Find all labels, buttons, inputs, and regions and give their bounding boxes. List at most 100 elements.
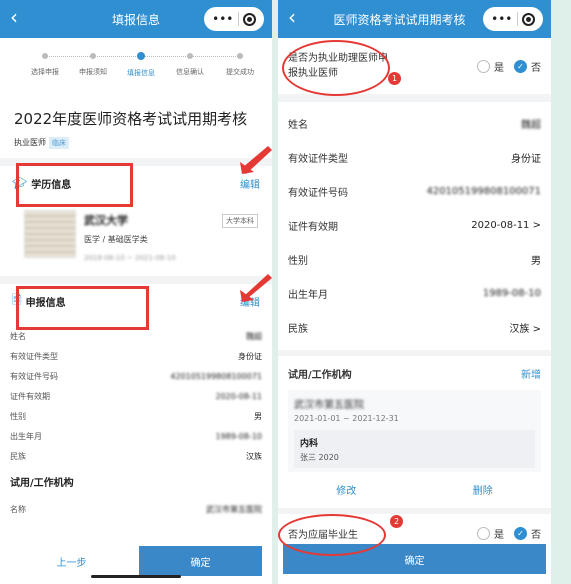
close-target-icon[interactable] xyxy=(521,12,535,26)
mini-program-capsule: ••• xyxy=(204,7,264,31)
row-label: 性别 xyxy=(10,411,26,421)
more-icon[interactable]: ••• xyxy=(212,12,233,26)
trial-actions: 修改 删除 xyxy=(278,472,551,506)
trial-heading: 试用/工作机构 xyxy=(288,369,352,381)
category-tag: 临床 xyxy=(49,137,69,149)
annotation-box-education xyxy=(16,163,133,207)
step-5: 提交成功 xyxy=(210,52,270,77)
left-nav-bar: ‹ 填报信息 ••• xyxy=(0,0,272,38)
row-label: 性别 xyxy=(288,255,308,267)
major-text: 医学 / 基础医学类 xyxy=(84,235,148,244)
dept-box: 内科 张三 2020 xyxy=(294,430,535,468)
trial-add-link[interactable]: 新增 xyxy=(521,366,541,381)
annotation-ellipse-1 xyxy=(282,40,390,96)
step-dot xyxy=(137,52,145,60)
declaration-row-gender: 性别 男 xyxy=(0,406,272,426)
declaration-row-id-number: 有效证件号码 420105199808100071 xyxy=(0,366,272,386)
declaration-row-id-expiry: 证件有效期 2020-08-11 xyxy=(0,386,272,406)
row-label: 姓名 xyxy=(10,331,26,341)
radio-unchecked-icon xyxy=(477,59,490,73)
row-label: 有效证件类型 xyxy=(10,351,58,361)
prev-step-button[interactable]: 上一步 xyxy=(10,546,133,576)
info-row-id-expiry[interactable]: 证件有效期 2020-08-11 > xyxy=(278,208,551,242)
step-dot xyxy=(237,53,243,59)
row-label: 有效证件号码 xyxy=(288,187,348,199)
radio-unchecked-icon xyxy=(477,526,490,540)
chevron-right-icon: > xyxy=(532,323,541,335)
capsule-divider xyxy=(237,12,239,26)
left-phone-screen: ‹ 填报信息 ••• 选择申报 申报须知 填报信息 信息确认 提交成功 2022… xyxy=(0,0,272,584)
trial-row-name: 名称 武汉市第五医院 xyxy=(0,499,272,519)
row-value: 身份证 xyxy=(238,351,262,361)
row-label: 有效证件类型 xyxy=(288,153,348,165)
row-label: 证件有效期 xyxy=(288,221,338,233)
close-target-icon[interactable] xyxy=(242,12,256,26)
assistant-no-option[interactable]: ✓ 否 xyxy=(514,59,541,74)
annotation-arrow-2 xyxy=(240,274,272,302)
row-value: 魏超 xyxy=(246,331,262,341)
info-row-id-type[interactable]: 有效证件类型 身份证 xyxy=(278,140,551,174)
school-name: 武汉大学 xyxy=(84,214,128,227)
declaration-row-id-type: 有效证件类型 身份证 xyxy=(0,346,272,366)
row-value-with-chevron: 2020-08-11 > xyxy=(471,220,541,231)
info-row-ethnicity[interactable]: 民族 汉族 > xyxy=(278,310,551,344)
personal-info-card: 姓名 魏超 有效证件类型 身份证 有效证件号码 420105199808100071 … xyxy=(278,102,551,350)
row-value: 男 xyxy=(254,411,262,421)
chevron-right-icon: > xyxy=(532,219,541,231)
row-value: 汉族 xyxy=(509,323,530,335)
row-label: 有效证件号码 xyxy=(10,371,58,381)
row-label: 姓名 xyxy=(288,119,308,131)
graduate-no-option[interactable]: ✓ 否 xyxy=(514,526,541,541)
annotation-ellipse-2 xyxy=(278,514,386,556)
trial-org-card: 试用/工作机构 新增 武汉市第五医院 2021-01-01 ~ 2021-12-3… xyxy=(278,356,551,508)
dept-detail: 张三 2020 xyxy=(300,453,339,462)
radio-checked-icon: ✓ xyxy=(514,59,527,73)
delete-button[interactable]: 删除 xyxy=(415,482,552,497)
row-value-with-chevron: 汉族 > xyxy=(509,320,541,335)
diploma-thumbnail xyxy=(24,210,76,258)
row-label: 出生年月 xyxy=(10,431,42,441)
row-value: 身份证 xyxy=(511,153,541,165)
row-label: 证件有效期 xyxy=(10,391,50,401)
annotation-arrow-1 xyxy=(240,146,272,174)
row-label: 出生年月 xyxy=(288,289,328,301)
step-label: 提交成功 xyxy=(226,68,254,76)
education-edit-link[interactable]: 编辑 xyxy=(240,176,260,191)
progress-steps: 选择申报 申报须知 填报信息 信息确认 提交成功 xyxy=(0,38,272,90)
org-name: 武汉市第五医院 xyxy=(294,400,364,411)
row-value: 420105199808100071 xyxy=(426,185,541,197)
row-value: 魏超 xyxy=(521,119,541,131)
row-value: 420105199808100071 xyxy=(170,371,262,381)
row-value: 2020-08-11 xyxy=(215,391,263,401)
declaration-row-ethnicity: 民族 汉族 xyxy=(0,446,272,466)
row-value: 2020-08-11 xyxy=(471,219,530,231)
assistant-yes-option[interactable]: 是 xyxy=(477,59,504,74)
annotation-box-declaration xyxy=(16,286,149,330)
back-icon[interactable]: ‹ xyxy=(288,6,296,28)
category-label: 执业医师 xyxy=(14,138,46,147)
step-dot xyxy=(42,53,48,59)
more-icon[interactable]: ••• xyxy=(491,12,512,26)
no-label: 否 xyxy=(531,62,541,74)
step-dot xyxy=(187,53,193,59)
annotation-badge-1: 1 xyxy=(388,72,401,85)
graduate-yes-option[interactable]: 是 xyxy=(477,526,504,541)
annotation-badge-2: 2 xyxy=(390,515,403,528)
info-row-id-number[interactable]: 有效证件号码 420105199808100071 xyxy=(278,174,551,208)
trial-org-item: 武汉市第五医院 2021-01-01 ~ 2021-12-31 内科 张三 20… xyxy=(288,390,541,472)
degree-tag: 大学本科 xyxy=(222,214,258,228)
back-icon[interactable]: ‹ xyxy=(10,6,18,28)
left-confirm-button[interactable]: 确定 xyxy=(139,546,262,576)
modify-button[interactable]: 修改 xyxy=(278,482,415,497)
row-label: 名称 xyxy=(10,504,26,514)
row-value: 武汉市第五医院 xyxy=(206,504,262,514)
info-row-birth: 出生年月 1989-08-10 xyxy=(278,276,551,310)
row-label: 民族 xyxy=(10,451,26,461)
capsule-divider xyxy=(516,12,518,26)
page-title: 2022年度医师资格考试试用期考核 xyxy=(14,110,248,128)
step-dot xyxy=(90,53,96,59)
home-indicator xyxy=(91,575,181,578)
row-value: 男 xyxy=(531,255,541,267)
trial-header: 试用/工作机构 新增 xyxy=(278,356,551,390)
trial-heading: 试用/工作机构 xyxy=(10,478,74,489)
